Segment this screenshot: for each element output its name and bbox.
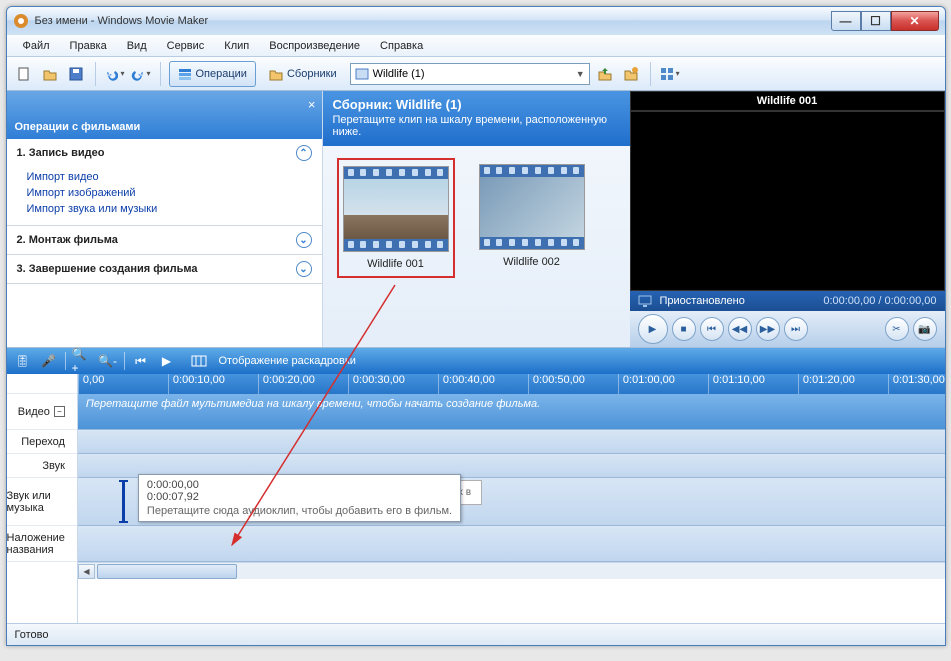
monitor-icon [638,294,652,308]
menu-clip[interactable]: Клип [216,38,257,54]
playhead-marker[interactable] [122,480,125,523]
audio-levels-button[interactable]: 🎚 [13,351,33,371]
preview-panel: Wildlife 001 Приостановлено 0:00:00,00 /… [630,91,945,347]
menu-tools[interactable]: Сервис [159,38,213,54]
zoom-in-button[interactable]: 🔍+ [72,351,92,371]
split-button[interactable]: ✂ [885,317,909,341]
track-label-transition: Переход [7,430,77,454]
tasks-button[interactable]: Операции [169,61,256,87]
collection-combo[interactable]: Wildlife (1) ▼ [350,63,590,85]
collections-button[interactable]: Сборники [260,61,346,87]
clip-thumb[interactable]: Wildlife 002 [473,158,591,278]
open-button[interactable] [39,63,61,85]
preview-controls: ▶ ■ ⏮ ◀◀ ▶▶ ⏭ ✂ 📷 [630,311,945,347]
maximize-button[interactable]: ☐ [861,11,891,31]
tasks-close-icon[interactable]: × [308,97,316,112]
scroll-left-button[interactable]: ◀ [78,564,95,579]
combo-value: Wildlife (1) [373,68,425,80]
preview-time: 0:00:00,00 / 0:00:00,00 [823,295,936,307]
new-folder-button[interactable] [620,63,642,85]
window-title: Без имени - Windows Movie Maker [35,15,831,27]
menu-file[interactable]: Файл [15,38,58,54]
close-button[interactable]: ✕ [891,11,939,31]
narrate-button[interactable]: 🎤 [39,351,59,371]
collections-panel: Сборник: Wildlife (1) Перетащите клип на… [323,91,630,347]
clip-label: Wildlife 002 [503,256,560,268]
task-link-import-audio[interactable]: Импорт звука или музыки [27,201,312,217]
timeline-tooltip: 0:00:00,00 0:00:07,92 Перетащите сюда ау… [138,474,461,522]
task-group-3[interactable]: 3. Завершение создания фильма ⌄ [7,255,322,283]
redo-button[interactable] [130,63,152,85]
timeline-toolbar: 🎚 🎤 🔍+ 🔍- ⏮ ▶ Отображение раскадровки [7,348,945,374]
minimize-button[interactable]: — [831,11,861,31]
scroll-thumb[interactable] [97,564,237,579]
track-label-title: Наложение названия [7,526,77,562]
task-group-1[interactable]: 1. Запись видео ⌃ [7,139,322,167]
expand-icon: ⌄ [296,261,312,277]
snapshot-button[interactable]: 📷 [913,317,937,341]
toolbar: Операции Сборники Wildlife (1) ▼ [7,57,945,91]
prev-button[interactable]: ⏮ [700,317,724,341]
tasks-title: Операции с фильмами [15,121,141,133]
next-button[interactable]: ⏭ [784,317,808,341]
tasks-panel: Операции с фильмами × 1. Запись видео ⌃ … [7,91,323,347]
save-button[interactable] [65,63,87,85]
view-button[interactable] [659,63,681,85]
stop-button[interactable]: ■ [672,317,696,341]
track-label-audio-music: Звук или музыка [7,478,77,526]
status-text: Готово [15,629,49,641]
audio-music-track[interactable]: 0:00:00,00 0:00:07,92 Перетащите сюда ау… [78,478,945,526]
step-fwd-button[interactable]: ▶▶ [756,317,780,341]
tasks-header: Операции с фильмами × [7,91,322,139]
menu-edit[interactable]: Правка [62,38,115,54]
transition-track[interactable] [78,430,945,454]
play-timeline-button[interactable]: ▶ [157,351,177,371]
chevron-down-icon: ▼ [576,69,585,79]
preview-title: Wildlife 001 [630,91,945,111]
app-icon [13,13,29,29]
expand-track-icon[interactable]: − [54,406,65,417]
collection-icon [355,67,369,81]
expand-icon: ⌄ [296,232,312,248]
step-back-button[interactable]: ◀◀ [728,317,752,341]
statusbar: Готово [7,623,945,645]
folder-icon [269,67,283,81]
menu-play[interactable]: Воспроизведение [261,38,368,54]
collection-subtitle: Перетащите клип на шкалу времени, распол… [333,114,620,138]
preview-status-bar: Приостановлено 0:00:00,00 / 0:00:00,00 [630,291,945,311]
menu-view[interactable]: Вид [119,38,155,54]
timeline-panel: 🎚 🎤 🔍+ 🔍- ⏮ ▶ Отображение раскадровки Ви… [7,348,945,623]
timeline-ruler[interactable]: 0,000:00:10,000:00:20,000:00:30,000:00:4… [78,374,945,394]
clip-label: Wildlife 001 [367,258,424,270]
track-label-video: Видео− [7,394,77,430]
menubar: Файл Правка Вид Сервис Клип Воспроизведе… [7,35,945,57]
preview-screen[interactable] [630,111,945,291]
timeline-scrollbar[interactable]: ◀ ▶ [78,562,945,579]
tasks-label: Операции [196,68,247,80]
zoom-out-button[interactable]: 🔍- [98,351,118,371]
preview-status: Приостановлено [660,295,745,307]
collapse-icon: ⌃ [296,145,312,161]
play-button[interactable]: ▶ [638,314,668,344]
menu-help[interactable]: Справка [372,38,431,54]
task-link-import-video[interactable]: Импорт видео [27,169,312,185]
timeline-view-label[interactable]: Отображение раскадровки [219,355,356,367]
collection-title: Сборник: Wildlife (1) [333,97,620,112]
task-link-import-images[interactable]: Импорт изображений [27,185,312,201]
collections-label: Сборники [287,68,337,80]
up-level-button[interactable] [594,63,616,85]
rewind-button[interactable]: ⏮ [131,351,151,371]
track-label-audio: Звук [7,454,77,478]
undo-button[interactable] [104,63,126,85]
storyboard-icon [191,353,207,369]
tasks-icon [178,67,192,81]
new-button[interactable] [13,63,35,85]
titlebar: Без имени - Windows Movie Maker — ☐ ✕ [7,7,945,35]
title-track[interactable] [78,526,945,562]
task-group-2[interactable]: 2. Монтаж фильма ⌄ [7,226,322,254]
clip-thumb[interactable]: Wildlife 001 [337,158,455,278]
video-track[interactable]: Перетащите файл мультимедиа на шкалу вре… [78,394,945,430]
